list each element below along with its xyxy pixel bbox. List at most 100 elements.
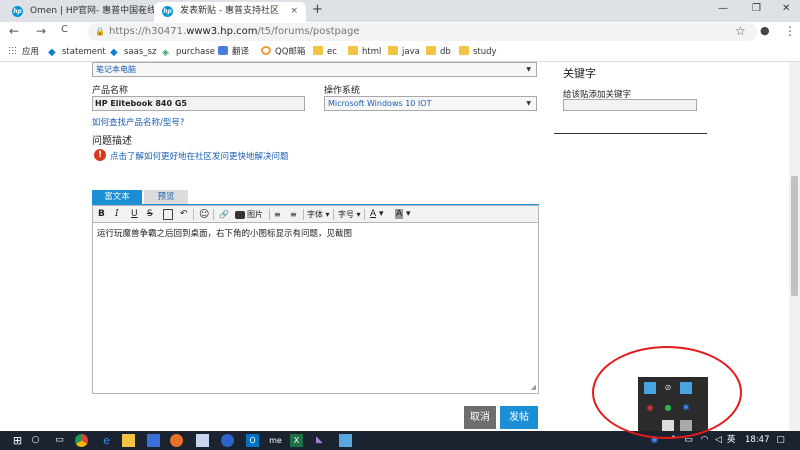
annotation-circle xyxy=(592,346,742,439)
font-size-dropdown[interactable]: 字号 ▾ xyxy=(338,208,361,221)
windows-start-icon[interactable]: ⊞ xyxy=(11,434,24,447)
image-button[interactable]: 图片 xyxy=(247,208,263,221)
product-input[interactable]: HP Elitebook 840 G5 xyxy=(92,96,305,111)
os-select[interactable]: Microsoft Windows 10 IOT ▼ xyxy=(324,96,537,111)
category-select[interactable]: 笔记本电脑 ▼ xyxy=(92,62,537,77)
tab-omen[interactable]: hp Omen | HP官网- 惠普中国在线 × xyxy=(4,2,154,22)
app-icon[interactable] xyxy=(170,434,183,447)
visual-studio-icon[interactable]: ◣ xyxy=(313,434,326,447)
kite-icon: ◆ xyxy=(48,47,56,58)
translate-icon xyxy=(218,46,228,55)
page-scrollbar[interactable] xyxy=(789,62,800,431)
tab-rich-text[interactable]: 富文本 xyxy=(92,190,142,204)
italic-button[interactable]: I xyxy=(115,208,119,221)
scrollbar-thumb[interactable] xyxy=(791,176,798,296)
app-icon[interactable] xyxy=(339,434,352,447)
forward-button[interactable]: → xyxy=(36,24,46,38)
app-icon[interactable]: me xyxy=(269,434,282,447)
edge-icon[interactable]: e xyxy=(100,434,113,447)
os-value: Microsoft Windows 10 IOT xyxy=(328,99,432,108)
toolbar-separator xyxy=(333,209,334,220)
account-icon[interactable]: ● xyxy=(760,24,770,37)
font-family-dropdown[interactable]: 字体 ▾ xyxy=(307,208,330,221)
hp-icon: hp xyxy=(12,6,23,17)
reload-button[interactable]: C xyxy=(61,24,68,35)
url-path: /t5/forums/postpage xyxy=(257,26,360,37)
editor-body[interactable]: 运行玩魔兽争霸之后回到桌面，右下角的小图标显示有问题，见截图 ◢ xyxy=(92,223,539,394)
network-icon[interactable]: ◠ xyxy=(698,434,711,447)
tab-strip: hp Omen | HP官网- 惠普中国在线 × hp 发表新贴 - 惠普支持社… xyxy=(0,0,800,22)
bookmark-html[interactable]: html xyxy=(348,45,381,59)
bookmark-qqmail[interactable]: QQ邮箱 xyxy=(261,45,305,59)
alert-icon: ! xyxy=(94,149,106,161)
tab-title: 发表新贴 - 惠普支持社区 xyxy=(180,6,279,16)
tab-new-post[interactable]: hp 发表新贴 - 惠普支持社区 × xyxy=(154,2,306,22)
toolbar-separator xyxy=(193,209,194,220)
file-explorer-icon[interactable] xyxy=(122,434,135,447)
ordered-list-icon[interactable]: ≡ xyxy=(274,208,281,221)
undo-button[interactable]: ↶ xyxy=(180,208,188,221)
bold-button[interactable]: B xyxy=(98,208,105,221)
resize-handle-icon[interactable]: ◢ xyxy=(531,383,536,391)
qq-icon xyxy=(261,46,271,55)
category-value: 笔记本电脑 xyxy=(96,65,136,74)
link-button[interactable]: 🔗 xyxy=(219,208,229,221)
folder-icon xyxy=(348,46,358,55)
bulleted-list-icon[interactable]: ≡ xyxy=(290,208,297,221)
help-link[interactable]: 点击了解如何更好地在社区发问更快地解决问题 xyxy=(110,150,289,162)
bookmark-ec[interactable]: ec xyxy=(313,45,337,59)
folder-icon xyxy=(459,46,469,55)
new-tab-button[interactable]: + xyxy=(312,2,323,17)
notifications-icon[interactable]: ▢ xyxy=(774,434,787,447)
chrome-icon[interactable] xyxy=(75,434,88,447)
submit-button[interactable]: 发帖 xyxy=(500,406,538,429)
app-icon[interactable] xyxy=(221,434,234,447)
sidebar-divider xyxy=(554,133,707,134)
find-product-link[interactable]: 如何查找产品名称/型号? xyxy=(92,116,184,128)
problem-label: 问题描述 xyxy=(92,136,132,147)
bookmark-db[interactable]: db xyxy=(426,45,451,59)
apps-grid-icon xyxy=(8,46,18,55)
app-icon[interactable] xyxy=(196,434,209,447)
toolbar-separator xyxy=(303,209,304,220)
bookmark-purchase[interactable]: ◈ purchase xyxy=(162,45,215,59)
bookmark-study[interactable]: study xyxy=(459,45,497,59)
toolbar-separator xyxy=(364,209,365,220)
emoji-button[interactable]: ☺ xyxy=(199,208,209,221)
cancel-button[interactable]: 取消 xyxy=(464,406,496,429)
underline-button[interactable]: U xyxy=(131,208,138,221)
close-tab-icon[interactable]: × xyxy=(138,2,146,20)
bookmark-apps[interactable]: 应用 xyxy=(8,45,39,59)
paste-icon[interactable] xyxy=(163,209,173,220)
excel-icon[interactable]: X xyxy=(290,434,303,447)
outlook-icon[interactable]: O xyxy=(246,434,259,447)
volume-icon[interactable]: ◁ xyxy=(712,434,725,447)
chevron-down-icon: ▼ xyxy=(526,100,531,107)
address-bar[interactable]: 🔒 https://h30471.www3.hp.com/t5/forums/p… xyxy=(87,23,757,41)
keywords-input[interactable] xyxy=(563,99,697,111)
search-icon[interactable]: ○ xyxy=(29,434,42,447)
task-view-icon[interactable]: ▭ xyxy=(53,434,66,447)
menu-icon[interactable]: ⋮ xyxy=(784,24,796,38)
url-prefix: https://h30471. xyxy=(109,26,187,37)
bookmark-java[interactable]: java xyxy=(388,45,420,59)
browser-toolbar: ← → C 🔒 https://h30471.www3.hp.com/t5/fo… xyxy=(0,22,800,42)
bookmark-statement[interactable]: ◆ statement xyxy=(48,45,106,59)
hp-icon: hp xyxy=(162,6,173,17)
text-color-dropdown[interactable]: A ▾ xyxy=(370,208,384,221)
bookmark-translate[interactable]: 翻译 xyxy=(218,45,249,59)
tab-preview[interactable]: 预览 xyxy=(144,190,188,204)
strikethrough-button[interactable]: S xyxy=(147,208,153,221)
close-window-button[interactable]: ✕ xyxy=(782,3,790,14)
close-tab-icon[interactable]: × xyxy=(290,2,298,20)
keywords-title: 关键字 xyxy=(563,67,596,80)
app-icon[interactable] xyxy=(147,434,160,447)
restore-button[interactable]: ❐ xyxy=(752,3,761,14)
bookmark-star-icon[interactable]: ☆ xyxy=(735,24,746,38)
bookmark-saas-sz[interactable]: ◆ saas_sz xyxy=(110,45,156,59)
clock[interactable]: 18:47 xyxy=(745,434,770,447)
back-button[interactable]: ← xyxy=(9,24,19,38)
minimize-button[interactable]: — xyxy=(718,3,728,14)
language-indicator[interactable]: 英 xyxy=(727,434,736,447)
highlight-dropdown[interactable]: A ▾ xyxy=(395,208,411,221)
